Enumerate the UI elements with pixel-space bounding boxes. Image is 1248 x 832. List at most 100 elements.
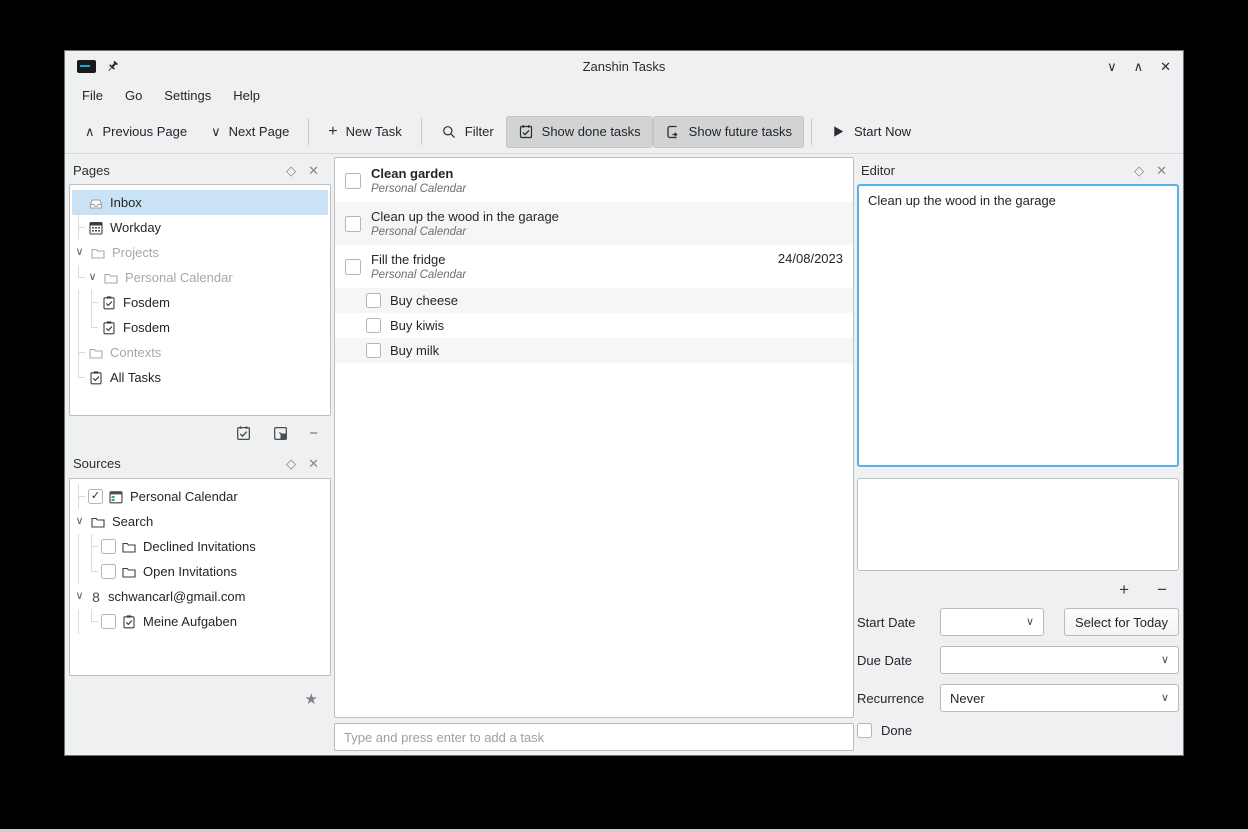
show-done-tasks-toggle[interactable]: Show done tasks (506, 116, 653, 148)
expander-icon[interactable]: ∨ (72, 240, 87, 265)
subtask-row[interactable]: Buy cheese (335, 288, 853, 313)
task-title: Clean up the wood in the garage (371, 208, 843, 226)
account-resource-icon: 8 (88, 589, 104, 605)
new-task-button[interactable]: + New Task (316, 116, 413, 148)
inbox-icon (88, 195, 104, 211)
default-source-star-icon[interactable]: ★ (305, 690, 318, 708)
task-checkbox[interactable] (366, 343, 381, 358)
float-icon[interactable]: ◇ (280, 457, 302, 470)
new-task-label: New Task (346, 124, 402, 139)
minimize-button[interactable]: ∨ (1107, 60, 1117, 73)
sidebar-item-label: Workday (110, 220, 161, 235)
close-icon[interactable]: ✕ (302, 164, 325, 177)
sidebar-item-all-tasks[interactable]: All Tasks (72, 365, 328, 390)
add-attachment-button[interactable]: + (1119, 581, 1129, 598)
checkbox-unchecked[interactable] (101, 539, 116, 554)
menu-bar: File Go Settings Help (65, 81, 1183, 110)
pages-actions-toolbar: − (69, 416, 331, 450)
menu-settings[interactable]: Settings (155, 84, 220, 107)
menu-file[interactable]: File (73, 84, 112, 107)
source-item-label: Open Invitations (143, 564, 237, 579)
sources-dock-title: Sources (73, 456, 280, 471)
menu-go[interactable]: Go (116, 84, 151, 107)
source-item-label: Personal Calendar (130, 489, 238, 504)
sidebar-item-label: Inbox (110, 195, 142, 210)
recurrence-label: Recurrence (857, 691, 931, 706)
window-title: Zanshin Tasks (65, 59, 1183, 74)
menu-help[interactable]: Help (224, 84, 269, 107)
filter-button[interactable]: Filter (429, 116, 506, 148)
remove-page-icon[interactable]: − (309, 426, 318, 441)
close-icon[interactable]: ✕ (1150, 164, 1173, 177)
folder-icon (121, 539, 137, 555)
sidebar-item-workday[interactable]: Workday (72, 215, 328, 240)
task-row[interactable]: Fill the fridge Personal Calendar 24/08/… (335, 245, 853, 288)
sidebar-item-label: Personal Calendar (125, 270, 233, 285)
close-icon[interactable]: ✕ (302, 457, 325, 470)
chevron-down-icon: ∨ (1026, 617, 1034, 628)
sidebar-item-label: Projects (112, 245, 159, 260)
task-checkbox[interactable] (345, 259, 361, 275)
previous-page-button[interactable]: ∧ Previous Page (73, 116, 199, 147)
source-item-personal-calendar[interactable]: ✓ Personal Calendar (72, 484, 328, 509)
done-checkbox[interactable] (857, 723, 872, 738)
maximize-button[interactable]: ∧ (1134, 60, 1144, 73)
start-now-button[interactable]: Start Now (819, 116, 923, 147)
subtask-row[interactable]: Buy kiwis (335, 313, 853, 338)
task-subtitle: Personal Calendar (371, 182, 843, 196)
source-item-label: Meine Aufgaben (143, 614, 237, 629)
sidebar-item-personal-calendar[interactable]: ∨ Personal Calendar (72, 265, 328, 290)
checkbox-unchecked[interactable] (101, 564, 116, 579)
expander-icon[interactable]: ∨ (72, 584, 87, 609)
sidebar-item-projects[interactable]: ∨ Projects (72, 240, 328, 265)
add-task-input[interactable] (334, 723, 854, 751)
task-checkbox[interactable] (345, 173, 361, 189)
source-item-open-invitations[interactable]: Open Invitations (72, 559, 328, 584)
titlebar[interactable]: Zanshin Tasks ∨ ∧ ✕ (65, 51, 1183, 81)
source-item-search[interactable]: ∨ Search (72, 509, 328, 534)
app-icon[interactable] (77, 60, 96, 73)
due-date-combobox[interactable]: ∨ (940, 646, 1179, 674)
expander-icon[interactable]: ∨ (72, 509, 87, 534)
show-done-tasks-label: Show done tasks (542, 124, 641, 139)
add-context-icon[interactable] (272, 425, 289, 442)
task-notes-editor[interactable] (857, 478, 1179, 571)
sidebar-item-fosdem[interactable]: Fosdem (72, 290, 328, 315)
task-row[interactable]: Clean garden Personal Calendar (335, 159, 853, 202)
sidebar-item-fosdem[interactable]: Fosdem (72, 315, 328, 340)
task-checkbox[interactable] (345, 216, 361, 232)
add-project-icon[interactable] (235, 425, 252, 442)
checkbox-checked[interactable]: ✓ (88, 489, 103, 504)
float-icon[interactable]: ◇ (1128, 164, 1150, 177)
task-icon (101, 295, 117, 311)
pin-icon[interactable] (105, 59, 120, 74)
source-item-gmail-account[interactable]: ∨ 8 schwancarl@gmail.com (72, 584, 328, 609)
source-item-declined-invitations[interactable]: Declined Invitations (72, 534, 328, 559)
source-item-meine-aufgaben[interactable]: Meine Aufgaben (72, 609, 328, 634)
task-subtitle: Personal Calendar (371, 225, 843, 239)
sidebar-item-contexts[interactable]: Contexts (72, 340, 328, 365)
checkbox-unchecked[interactable] (101, 614, 116, 629)
close-button[interactable]: ✕ (1160, 60, 1171, 73)
select-for-today-button[interactable]: Select for Today (1064, 608, 1179, 636)
remove-attachment-button[interactable]: − (1157, 581, 1167, 598)
folder-icon (121, 564, 137, 580)
expander-icon[interactable]: ∨ (85, 265, 100, 290)
start-date-combobox[interactable]: ∨ (940, 608, 1044, 636)
task-due-date: 24/08/2023 (778, 245, 843, 266)
filter-label: Filter (465, 124, 494, 139)
chevron-down-icon: ∨ (1161, 693, 1169, 704)
float-icon[interactable]: ◇ (280, 164, 302, 177)
show-future-tasks-toggle[interactable]: Show future tasks (653, 116, 804, 148)
task-row[interactable]: Clean up the wood in the garage Personal… (335, 202, 853, 245)
task-title: Buy kiwis (390, 317, 444, 335)
task-checkbox[interactable] (366, 318, 381, 333)
task-icon (88, 370, 104, 386)
subtask-row[interactable]: Buy milk (335, 338, 853, 363)
sidebar-item-inbox[interactable]: Inbox (72, 190, 328, 215)
task-checkbox[interactable] (366, 293, 381, 308)
sources-tree: ✓ Personal Calendar ∨ (69, 478, 331, 676)
next-page-button[interactable]: ∨ Next Page (199, 116, 301, 147)
task-text-editor[interactable]: Clean up the wood in the garage (857, 184, 1179, 467)
recurrence-combobox[interactable]: Never ∨ (940, 684, 1179, 712)
